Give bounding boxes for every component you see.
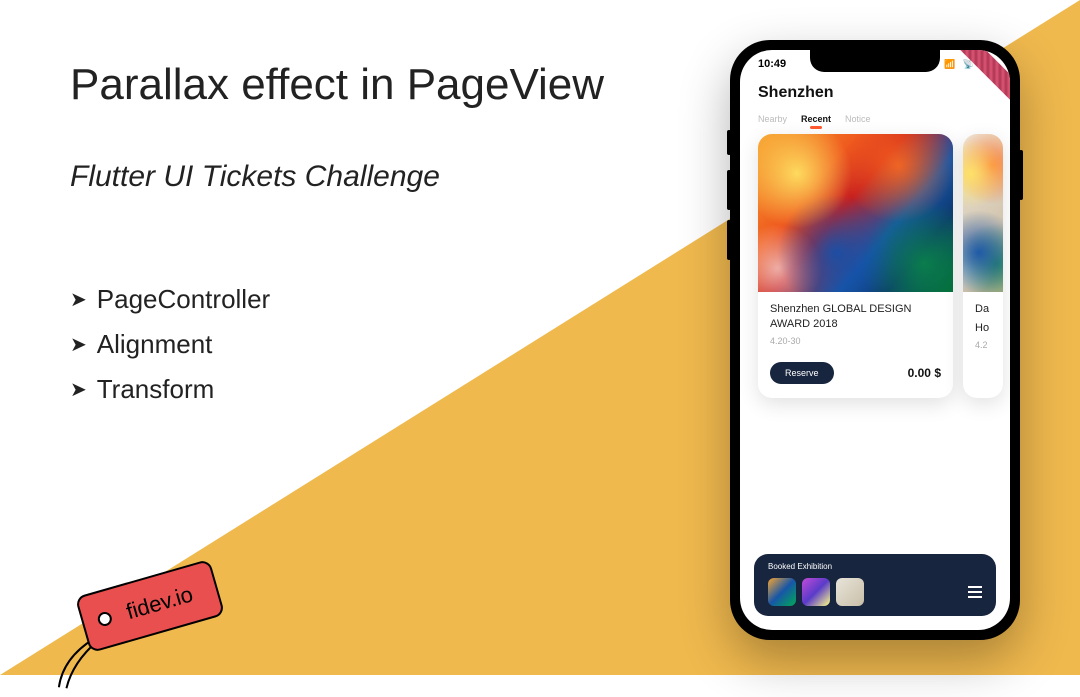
tab-recent[interactable]: Recent <box>801 114 831 124</box>
tab-bar: Nearby Recent Notice <box>740 110 1010 134</box>
city-heading: Shenzhen <box>740 70 1010 110</box>
booked-thumb[interactable] <box>802 578 830 606</box>
card-image <box>963 134 1003 292</box>
card-title: Da <box>975 302 991 317</box>
card-title: Shenzhen GLOBAL DESIGN AWARD 2018 <box>770 302 941 332</box>
booked-thumb[interactable] <box>768 578 796 606</box>
tag-label: fidev.io <box>123 581 195 624</box>
reserve-button[interactable]: Reserve <box>770 362 834 384</box>
booked-label: Booked Exhibition <box>768 562 832 571</box>
card-date: 4.20-30 <box>770 336 941 346</box>
phone-notch <box>810 50 940 72</box>
tab-nearby[interactable]: Nearby <box>758 114 787 124</box>
bottom-bar: Booked Exhibition <box>754 554 996 616</box>
signal-icon: 📶 <box>944 59 955 69</box>
event-card[interactable]: Shenzhen GLOBAL DESIGN AWARD 2018 4.20-3… <box>758 134 953 398</box>
event-card-peek[interactable]: Da Ho 4.2 <box>963 134 1003 398</box>
card-subtitle: Ho <box>975 321 991 336</box>
tag-hole-icon <box>96 610 113 627</box>
phone-mockup: 10:49 📶 📡 🔋 Shenzhen Nearby Recent Notic… <box>730 40 1020 640</box>
status-time: 10:49 <box>758 58 786 70</box>
card-price: 0.00 $ <box>908 366 941 380</box>
booked-thumb[interactable] <box>836 578 864 606</box>
menu-icon[interactable] <box>968 586 982 598</box>
card-image <box>758 134 953 292</box>
card-date: 4.2 <box>975 340 991 350</box>
tab-notice[interactable]: Notice <box>845 114 871 124</box>
